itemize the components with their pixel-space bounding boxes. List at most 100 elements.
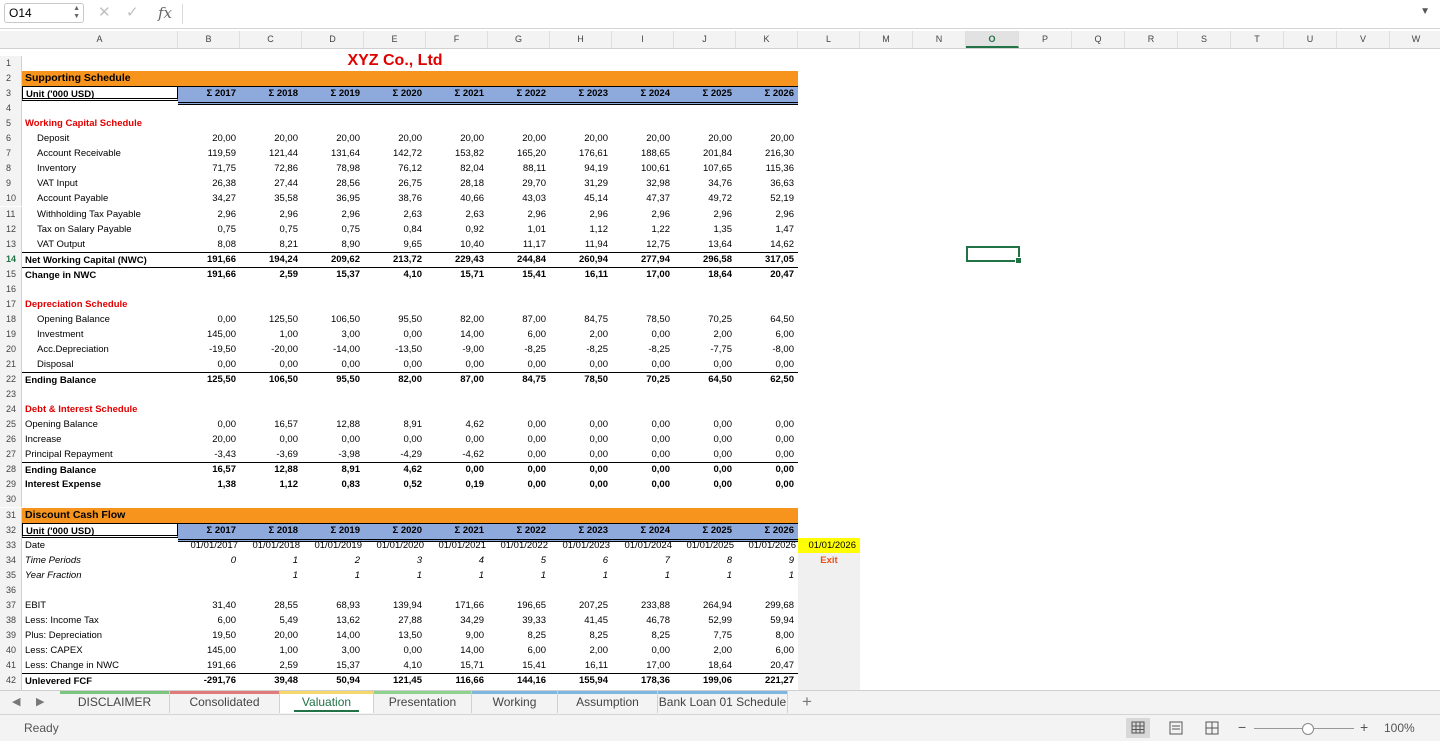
row-header-25[interactable]: 25: [0, 417, 22, 433]
value-cell[interactable]: 145,00: [178, 327, 240, 342]
value-cell[interactable]: 0,00: [364, 327, 426, 342]
column-header-f[interactable]: F: [426, 31, 488, 48]
value-cell[interactable]: -8,25: [550, 342, 612, 357]
section-banner[interactable]: Supporting Schedule: [22, 71, 798, 87]
value-cell[interactable]: 0,00: [674, 462, 736, 477]
value-cell[interactable]: 0,00: [674, 417, 736, 432]
row-label[interactable]: Change in NWC: [22, 266, 178, 282]
value-cell[interactable]: 70,25: [674, 312, 736, 327]
row-label[interactable]: Time Periods: [22, 553, 178, 568]
value-cell[interactable]: 2,96: [240, 207, 302, 222]
value-cell[interactable]: 1,38: [178, 477, 240, 492]
row-header-18[interactable]: 18: [0, 311, 22, 327]
value-cell[interactable]: 70,25: [612, 372, 674, 387]
value-cell[interactable]: 1,00: [240, 643, 302, 658]
value-cell[interactable]: 20,00: [736, 131, 798, 146]
sheet-tab[interactable]: Presentation: [374, 691, 472, 713]
year-header[interactable]: Σ 2025: [674, 86, 736, 101]
sheet-tab[interactable]: Valuation: [280, 691, 374, 713]
value-cell[interactable]: 0,00: [178, 357, 240, 372]
column-header-b[interactable]: B: [178, 31, 240, 48]
value-cell[interactable]: 16,57: [240, 417, 302, 432]
year-header[interactable]: Σ 2019: [302, 523, 364, 538]
value-cell[interactable]: 213,72: [364, 252, 426, 267]
value-cell[interactable]: 107,65: [674, 161, 736, 176]
value-cell[interactable]: 0,00: [674, 432, 736, 447]
year-header[interactable]: Σ 2017: [178, 523, 240, 538]
value-cell[interactable]: 5,49: [240, 613, 302, 628]
value-cell[interactable]: 87,00: [488, 312, 550, 327]
row-label[interactable]: Date: [22, 538, 178, 553]
value-cell[interactable]: -19,50: [178, 342, 240, 357]
column-header-t[interactable]: T: [1231, 31, 1284, 48]
value-cell[interactable]: 2,59: [240, 658, 302, 673]
value-cell[interactable]: 0,75: [178, 222, 240, 237]
value-cell[interactable]: 3,00: [302, 327, 364, 342]
value-cell[interactable]: 26,75: [364, 176, 426, 191]
value-cell[interactable]: 0,00: [550, 417, 612, 432]
row-header-21[interactable]: 21: [0, 357, 22, 372]
value-cell[interactable]: 1,00: [240, 327, 302, 342]
row-label[interactable]: Withholding Tax Payable: [22, 207, 178, 222]
value-cell[interactable]: 49,72: [674, 191, 736, 206]
year-header[interactable]: Σ 2023: [550, 523, 612, 538]
value-cell[interactable]: 14,00: [426, 327, 488, 342]
value-cell[interactable]: 2,96: [674, 207, 736, 222]
value-cell[interactable]: 82,04: [426, 161, 488, 176]
value-cell[interactable]: 10,40: [426, 237, 488, 252]
value-cell[interactable]: 11,17: [488, 237, 550, 252]
value-cell[interactable]: 36,63: [736, 176, 798, 191]
value-cell[interactable]: 8,25: [488, 628, 550, 643]
zoom-slider-thumb[interactable]: [1302, 723, 1314, 735]
row-header-11[interactable]: 11: [0, 206, 22, 222]
value-cell[interactable]: 20,47: [736, 267, 798, 282]
value-cell[interactable]: 47,37: [612, 191, 674, 206]
value-cell[interactable]: 18,64: [674, 658, 736, 673]
value-cell[interactable]: 2,00: [674, 327, 736, 342]
value-cell[interactable]: 0,00: [178, 312, 240, 327]
add-sheet-button[interactable]: +: [802, 692, 812, 712]
value-cell[interactable]: 260,94: [550, 252, 612, 267]
value-cell[interactable]: -4,29: [364, 447, 426, 462]
value-cell[interactable]: 139,94: [364, 598, 426, 613]
value-cell[interactable]: 1,22: [612, 222, 674, 237]
value-cell[interactable]: 191,66: [178, 658, 240, 673]
value-cell[interactable]: 1: [364, 568, 426, 583]
exit-column-cell[interactable]: [798, 582, 860, 598]
sheet-tab[interactable]: Consolidated: [170, 691, 280, 713]
value-cell[interactable]: 7: [612, 553, 674, 568]
value-cell[interactable]: 8,08: [178, 237, 240, 252]
year-header[interactable]: Σ 2017: [178, 86, 240, 101]
row-header-19[interactable]: 19: [0, 326, 22, 342]
value-cell[interactable]: 1,01: [488, 222, 550, 237]
value-cell[interactable]: 0,00: [550, 447, 612, 462]
row-header-38[interactable]: 38: [0, 612, 22, 628]
value-cell[interactable]: 13,64: [674, 237, 736, 252]
sheet-tab[interactable]: Assumption: [558, 691, 658, 713]
row-header-17[interactable]: 17: [0, 296, 22, 312]
value-cell[interactable]: 1: [302, 568, 364, 583]
value-cell[interactable]: 0,00: [550, 357, 612, 372]
year-header[interactable]: Σ 2020: [364, 86, 426, 101]
value-cell[interactable]: 106,50: [240, 372, 302, 387]
exit-column-cell[interactable]: [798, 597, 860, 613]
value-cell[interactable]: 0,00: [674, 477, 736, 492]
sheet-tab[interactable]: Working: [472, 691, 558, 713]
value-cell[interactable]: 14,62: [736, 237, 798, 252]
page-layout-icon[interactable]: [1164, 718, 1188, 738]
value-cell[interactable]: 8: [674, 553, 736, 568]
column-header-g[interactable]: G: [488, 31, 550, 48]
value-cell[interactable]: 0,00: [612, 357, 674, 372]
row-header-24[interactable]: 24: [0, 402, 22, 418]
value-cell[interactable]: 106,50: [302, 312, 364, 327]
value-cell[interactable]: 14,00: [302, 628, 364, 643]
value-cell[interactable]: 115,36: [736, 161, 798, 176]
row-label[interactable]: Less: Change in NWC: [22, 658, 178, 673]
worksheet-grid[interactable]: 1 XYZ Co., Ltd 2 Supporting Schedule 3 Unit (…: [0, 48, 1440, 690]
row-label[interactable]: Opening Balance: [22, 417, 178, 432]
value-cell[interactable]: 01/01/2025: [674, 538, 736, 553]
value-cell[interactable]: 78,50: [612, 312, 674, 327]
value-cell[interactable]: 4,62: [364, 462, 426, 477]
value-cell[interactable]: 13,62: [302, 613, 364, 628]
row-header-5[interactable]: 5: [0, 116, 22, 132]
